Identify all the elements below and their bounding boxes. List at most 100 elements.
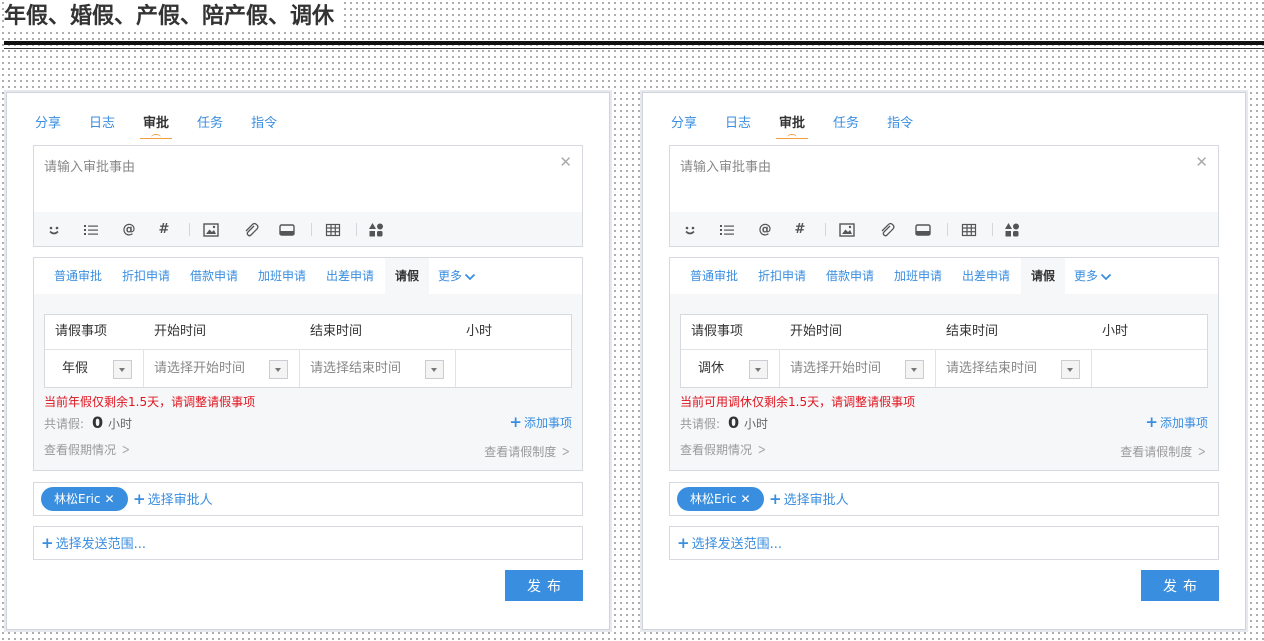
header-end-time: 结束时间 [310, 324, 363, 339]
dropdown-arrow-icon[interactable] [905, 360, 924, 379]
dropdown-arrow-icon[interactable] [113, 360, 132, 379]
type-tab-business-trip[interactable]: 出差申请 [316, 258, 384, 294]
at-icon[interactable]: @ [121, 222, 137, 238]
view-leave-balance-link[interactable]: 查看假期情况 > [680, 442, 768, 458]
type-tab-more[interactable]: 更多 [1064, 258, 1122, 294]
approval-type-tabs: 普通审批 折扣申请 借款申请 加班申请 出差申请 请假 更多 [34, 258, 582, 294]
approver-chip[interactable]: 林松Eric ✕ [41, 487, 128, 511]
dropdown-arrow-icon[interactable] [1061, 360, 1080, 379]
send-scope-field: + 选择发送范围... [669, 526, 1219, 560]
emoji-icon[interactable] [46, 222, 62, 238]
apps-icon[interactable] [368, 222, 384, 238]
type-tab-discount[interactable]: 折扣申请 [748, 258, 816, 294]
type-tab-overtime[interactable]: 加班申请 [248, 258, 316, 294]
at-icon[interactable]: @ [757, 222, 773, 238]
type-tab-overtime[interactable]: 加班申请 [884, 258, 952, 294]
list-icon[interactable] [719, 222, 735, 238]
approver-field: 林松Eric ✕ + 选择审批人 [33, 482, 583, 516]
dropdown-arrow-icon[interactable] [749, 360, 768, 379]
remove-approver-icon[interactable]: ✕ [104, 492, 114, 506]
view-leave-balance-link[interactable]: 查看假期情况 > [44, 442, 132, 458]
tab-approval[interactable]: 审批 [140, 109, 173, 139]
type-tab-loan[interactable]: 借款申请 [180, 258, 248, 294]
publish-button[interactable]: 发布 [1141, 570, 1219, 601]
apps-icon[interactable] [1004, 222, 1020, 238]
reason-input[interactable] [34, 146, 574, 222]
approval-type-tabs: 普通审批 折扣申请 借款申请 加班申请 出差申请 请假 更多 [670, 258, 1218, 294]
dropdown-arrow-icon[interactable] [269, 360, 288, 379]
hours-cell [1092, 350, 1207, 387]
total-leave-value: 0 [728, 413, 740, 432]
dropdown-arrow-icon[interactable] [425, 360, 444, 379]
hashtag-icon[interactable]: # [792, 222, 808, 238]
image-icon[interactable] [203, 222, 219, 238]
chevron-right-icon: > [121, 442, 130, 458]
select-scope-button[interactable]: + 选择发送范围... [41, 534, 146, 554]
select-scope-button[interactable]: + 选择发送范围... [677, 534, 782, 554]
approver-field: 林松Eric ✕ + 选择审批人 [669, 482, 1219, 516]
image-icon[interactable] [839, 222, 855, 238]
plus-icon: + [677, 534, 690, 552]
attachment-icon[interactable] [879, 222, 895, 238]
view-leave-policy-link[interactable]: 查看请假制度 > [1120, 444, 1208, 460]
header-start-time: 开始时间 [790, 324, 843, 339]
tab-command[interactable]: 指令 [887, 109, 913, 139]
tab-log[interactable]: 日志 [725, 109, 751, 139]
total-leave-value: 0 [92, 413, 104, 432]
add-item-button[interactable]: + 添加事项 [509, 414, 572, 431]
hashtag-icon[interactable]: # [156, 222, 172, 238]
type-tab-discount[interactable]: 折扣申请 [112, 258, 180, 294]
type-tab-general[interactable]: 普通审批 [44, 258, 112, 294]
table-icon[interactable] [961, 222, 977, 238]
remove-approver-icon[interactable]: ✕ [740, 492, 750, 506]
card-icon[interactable] [279, 222, 295, 238]
table-icon[interactable] [325, 222, 341, 238]
start-time-select[interactable]: 请选择开始时间 [144, 350, 300, 387]
tab-share[interactable]: 分享 [35, 109, 61, 139]
select-approver-button[interactable]: + 选择审批人 [133, 490, 213, 510]
tab-task[interactable]: 任务 [197, 109, 223, 139]
type-tab-leave[interactable]: 请假 [1021, 258, 1066, 294]
list-icon[interactable] [83, 222, 99, 238]
clear-icon[interactable]: ✕ [1195, 154, 1208, 170]
tab-command[interactable]: 指令 [251, 109, 277, 139]
leave-type-value: 调休 [698, 361, 725, 376]
tab-share[interactable]: 分享 [671, 109, 697, 139]
approver-chip[interactable]: 林松Eric ✕ [677, 487, 764, 511]
view-leave-policy-link[interactable]: 查看请假制度 > [484, 444, 572, 460]
end-time-select[interactable]: 请选择结束时间 [300, 350, 456, 387]
type-tab-business-trip[interactable]: 出差申请 [952, 258, 1020, 294]
card-icon[interactable] [915, 222, 931, 238]
emoji-icon[interactable] [682, 222, 698, 238]
leave-type-select[interactable]: 年假 [45, 350, 144, 387]
tab-log[interactable]: 日志 [89, 109, 115, 139]
start-time-select[interactable]: 请选择开始时间 [780, 350, 936, 387]
select-approver-button[interactable]: + 选择审批人 [769, 490, 849, 510]
select-scope-label: 选择发送范围... [691, 537, 782, 552]
tab-task[interactable]: 任务 [833, 109, 859, 139]
approval-card-annual-leave: 分享 日志 审批 任务 指令 ✕ @ # [6, 92, 610, 630]
end-time-select[interactable]: 请选择结束时间 [936, 350, 1092, 387]
attachment-icon[interactable] [243, 222, 259, 238]
tab-approval[interactable]: 审批 [776, 109, 809, 139]
title-divider [4, 41, 1264, 45]
reason-input[interactable] [670, 146, 1210, 222]
end-time-placeholder: 请选择结束时间 [310, 361, 402, 376]
header-hours: 小时 [1102, 324, 1129, 339]
title-divider-thin [4, 48, 1264, 49]
select-approver-label: 选择审批人 [147, 493, 213, 508]
publish-button[interactable]: 发布 [505, 570, 583, 601]
leave-items-table: 请假事项 开始时间 结束时间 小时 调休 请选择开始时间 请选择结束时间 [680, 314, 1208, 388]
clear-icon[interactable]: ✕ [559, 154, 572, 170]
header-start-time: 开始时间 [154, 324, 207, 339]
leave-type-select[interactable]: 调休 [681, 350, 780, 387]
type-tab-leave[interactable]: 请假 [385, 258, 430, 294]
total-leave-unit: 小时 [108, 417, 133, 431]
add-item-button[interactable]: + 添加事项 [1145, 414, 1208, 431]
type-tab-loan[interactable]: 借款申请 [816, 258, 884, 294]
type-tab-general[interactable]: 普通审批 [680, 258, 748, 294]
table-header: 请假事项 开始时间 结束时间 小时 [45, 315, 571, 350]
page-title: 年假、婚假、产假、陪产假、调休 [4, 2, 341, 32]
type-tab-more[interactable]: 更多 [428, 258, 486, 294]
reason-editor: ✕ @ # [33, 145, 583, 247]
